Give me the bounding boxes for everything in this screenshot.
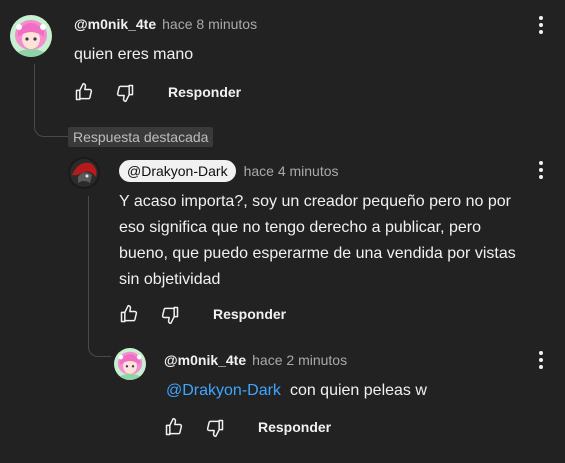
comment-timestamp[interactable]: hace 2 minutos <box>252 352 347 368</box>
comment-text: quien eres mano <box>74 46 194 63</box>
featured-reply-badge: Respuesta destacada <box>68 127 214 147</box>
thumbs-up-icon[interactable] <box>73 81 95 103</box>
comment-timestamp[interactable]: hace 4 minutos <box>244 163 339 179</box>
author-chip[interactable]: @Drakyon-Dark <box>119 160 236 182</box>
mention-link[interactable]: @Drakyon-Dark <box>166 378 281 404</box>
thumbs-up-icon[interactable] <box>118 303 140 325</box>
thread-connector-nested <box>88 326 111 357</box>
comment-line: eso significa que no tengo derecho a pub… <box>119 219 482 236</box>
anime-avatar-image <box>114 348 146 380</box>
thread-line-sub <box>88 196 89 331</box>
reply-button[interactable]: Responder <box>213 306 286 322</box>
reply-button[interactable]: Responder <box>258 419 331 435</box>
reply-button[interactable]: Responder <box>168 84 241 100</box>
kebab-menu-icon[interactable] <box>533 13 549 37</box>
kebab-menu-icon[interactable] <box>533 158 549 182</box>
thread-connector-featured <box>34 118 69 137</box>
comment-timestamp[interactable]: hace 8 minutos <box>162 16 257 32</box>
comment-author[interactable]: @m0nik_4te <box>164 352 246 368</box>
kebab-menu-icon[interactable] <box>533 348 549 372</box>
thumbs-down-icon[interactable] <box>159 304 181 326</box>
comment-line: Y acaso importa?, soy un creador pequeño… <box>119 193 511 210</box>
thread-line-main <box>34 64 35 124</box>
avatar[interactable] <box>68 157 100 189</box>
comment-text: Y acaso importa?, soy un creador pequeño… <box>119 189 559 293</box>
thumbs-down-icon[interactable] <box>204 417 226 439</box>
comment-line: bueno, que puedo esperarme de una vendid… <box>119 245 516 262</box>
thumbs-down-icon[interactable] <box>114 82 136 104</box>
anime-avatar-image <box>10 15 52 57</box>
comment-line: sin objetividad <box>119 271 221 288</box>
comment-text: con quien peleas w <box>289 382 427 399</box>
thumbs-up-icon[interactable] <box>163 416 185 438</box>
dark-avatar-image <box>68 157 100 189</box>
comment-author[interactable]: @m0nik_4te <box>74 16 156 32</box>
avatar[interactable] <box>10 15 52 57</box>
avatar[interactable] <box>114 348 146 380</box>
